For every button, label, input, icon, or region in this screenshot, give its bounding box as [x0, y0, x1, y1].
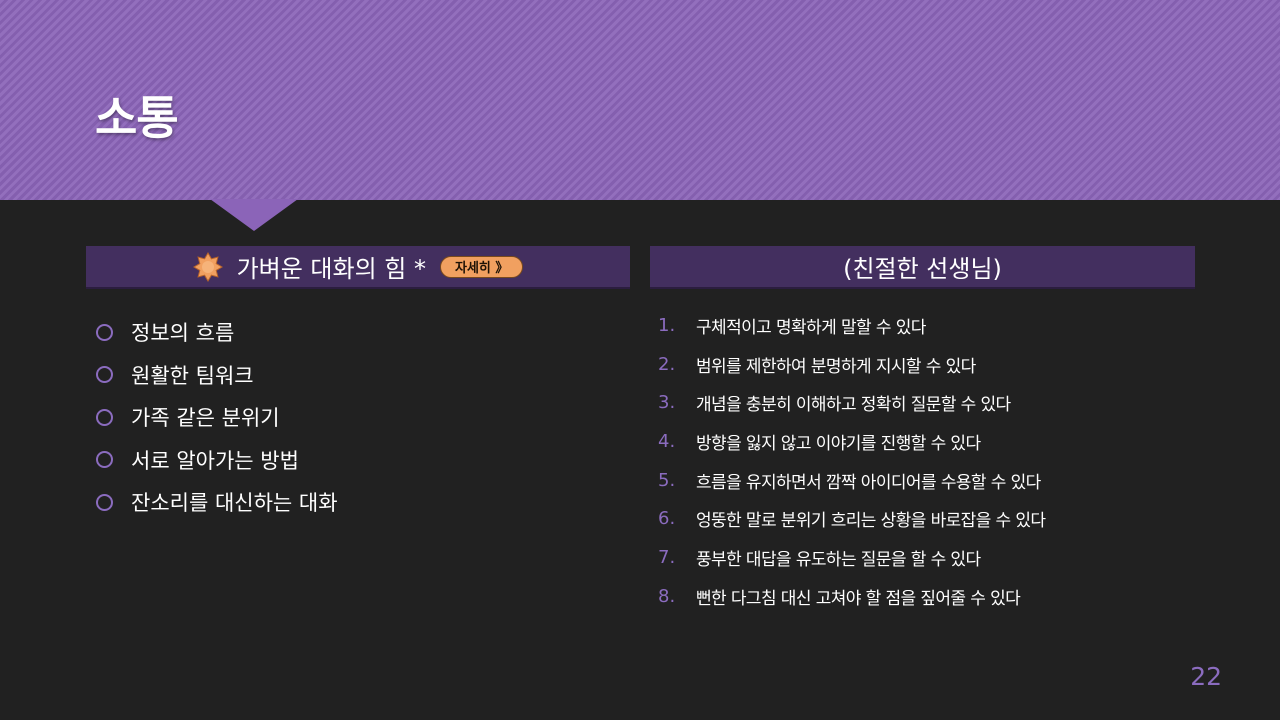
list-item-text: 잔소리를 대신하는 대화 — [131, 491, 338, 516]
ring-bullet-icon — [96, 408, 113, 426]
list-item: 잔소리를 대신하는 대화 — [96, 481, 338, 524]
item-text: 풍부한 대답을 유도하는 질문을 할 수 있다 — [696, 549, 981, 570]
item-text: 범위를 제한하여 분명하게 지시할 수 있다 — [696, 356, 976, 377]
numbered-item: 5. 흐름을 유지하면서 깜짝 아이디어를 수용할 수 있다 — [658, 461, 1045, 500]
list-item: 원활한 팀워크 — [96, 354, 338, 397]
item-text: 구체적이고 명확하게 말할 수 있다 — [696, 317, 926, 338]
item-text: 방향을 잃지 않고 이야기를 진행할 수 있다 — [696, 433, 981, 454]
item-number: 2. — [658, 353, 676, 375]
item-number: 6. — [658, 508, 676, 530]
ring-bullet-icon — [96, 323, 113, 341]
right-panel-header-text: (친절한 선생님) — [843, 255, 1002, 283]
numbered-item: 1. 구체적이고 명확하게 말할 수 있다 — [658, 306, 1045, 345]
item-number: 3. — [658, 392, 676, 414]
ring-bullet-icon — [96, 451, 113, 469]
numbered-item: 3. 개념을 충분히 이해하고 정확히 질문할 수 있다 — [658, 383, 1045, 422]
numbered-item: 6. 엉뚱한 말로 분위기 흐리는 상황을 바로잡을 수 있다 — [658, 499, 1046, 538]
list-item-text: 서로 알아가는 방법 — [131, 448, 299, 473]
list-item: 가족 같은 분위기 — [96, 396, 338, 439]
list-item: 서로 알아가는 방법 — [96, 439, 338, 482]
item-number: 4. — [658, 430, 676, 452]
left-panel-header: 가벼운 대화의 힘 * 자세히 》 — [86, 246, 630, 289]
page-number: 22 — [1190, 662, 1222, 691]
left-panel-header-text: 가벼운 대화의 힘 * — [236, 255, 427, 283]
ring-bullet-icon — [96, 366, 113, 384]
numbered-item: 4. 방향을 잃지 않고 이야기를 진행할 수 있다 — [658, 422, 1045, 461]
numbered-item: 8. 뻔한 다그침 대신 고쳐야 할 점을 짚어줄 수 있다 — [658, 577, 1045, 616]
numbered-item: 7. 풍부한 대답을 유도하는 질문을 할 수 있다 — [658, 538, 1045, 577]
star-burst-icon — [192, 251, 223, 282]
item-text: 흐름을 유지하면서 깜짝 아이디어를 수용할 수 있다 — [696, 472, 1041, 493]
item-number: 5. — [658, 469, 676, 491]
item-number: 7. — [658, 546, 676, 568]
bullet-list: 정보의 흐름 원활한 팀워크 가족 같은 분위기 서로 알아가는 방법 잔소리를… — [96, 311, 338, 524]
numbered-list: 1. 구체적이고 명확하게 말할 수 있다 2. 범위를 제한하여 분명하게 지시할… — [658, 306, 1046, 616]
item-number: 8. — [658, 585, 676, 607]
list-item-text: 가족 같은 분위기 — [131, 406, 280, 431]
item-text: 개념을 충분히 이해하고 정확히 질문할 수 있다 — [696, 395, 1011, 416]
list-item-text: 정보의 흐름 — [131, 321, 235, 346]
item-number: 1. — [658, 314, 676, 336]
slide-title: 소통 — [95, 91, 179, 145]
item-text: 엉뚱한 말로 분위기 흐리는 상황을 바로잡을 수 있다 — [696, 511, 1046, 532]
right-panel-header: (친절한 선생님) — [650, 246, 1195, 289]
numbered-item: 2. 범위를 제한하여 분명하게 지시할 수 있다 — [658, 345, 1045, 384]
item-text: 뻔한 다그침 대신 고쳐야 할 점을 짚어줄 수 있다 — [696, 588, 1021, 609]
banner-notch — [210, 199, 298, 231]
list-item: 정보의 흐름 — [96, 311, 338, 354]
list-item-text: 원활한 팀워크 — [131, 363, 254, 388]
detail-button[interactable]: 자세히 》 — [440, 255, 524, 278]
title-banner — [0, 0, 1280, 200]
ring-bullet-icon — [96, 493, 113, 511]
